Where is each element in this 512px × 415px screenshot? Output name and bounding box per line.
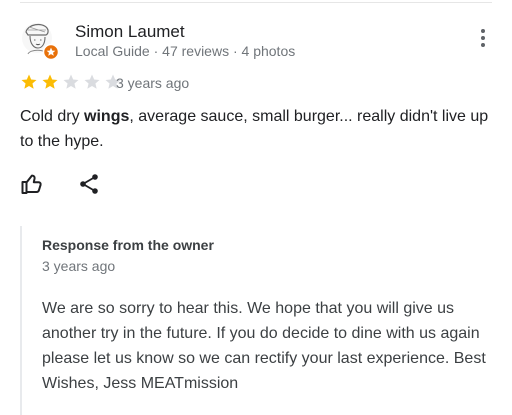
share-icon[interactable] xyxy=(77,172,101,196)
reviewer-meta: Local Guide · 47 reviews · 4 photos xyxy=(75,43,296,59)
star-icon xyxy=(62,73,80,91)
owner-response-title: Response from the owner xyxy=(42,237,214,253)
review-text-part1: Cold dry xyxy=(20,108,85,125)
top-divider xyxy=(20,2,492,3)
star-icon xyxy=(83,73,101,91)
thumb-up-icon[interactable] xyxy=(20,172,44,196)
avatar[interactable] xyxy=(20,20,60,60)
owner-response-text: We are so sorry to hear this. We hope th… xyxy=(42,300,486,392)
star-rating xyxy=(20,73,125,91)
more-vert-icon[interactable] xyxy=(472,26,494,54)
star-icon xyxy=(41,73,59,91)
reviewer-name[interactable]: Simon Laumet xyxy=(75,22,185,42)
owner-response-age: 3 years ago xyxy=(42,258,116,274)
star-icon xyxy=(20,73,38,91)
review-age: 3 years ago xyxy=(116,75,190,91)
local-guide-badge-icon xyxy=(42,43,60,60)
owner-response: Response from the owner 3 years ago We a… xyxy=(20,226,494,415)
review-text-highlight: wings xyxy=(84,108,130,125)
review-text: Cold dry wings, average sauce, small bur… xyxy=(20,104,490,154)
